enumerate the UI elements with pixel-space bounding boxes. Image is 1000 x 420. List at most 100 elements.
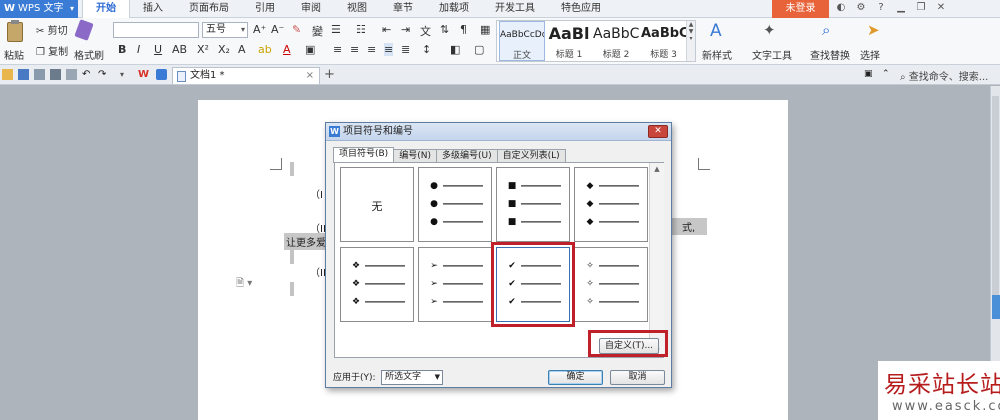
save-as-icon[interactable]: [34, 69, 45, 80]
restore-icon[interactable]: ❐: [914, 1, 928, 15]
bullet-option-diamond[interactable]: ◆ ◆ ◆: [574, 167, 648, 242]
tab-view[interactable]: 视图: [334, 0, 380, 18]
font-color-icon[interactable]: A: [283, 43, 291, 56]
skin-icon[interactable]: ◐: [834, 1, 848, 15]
tab-developer[interactable]: 开发工具: [482, 0, 548, 18]
layout-icon[interactable]: ▣: [864, 69, 875, 80]
app-menu-button[interactable]: W WPS 文字 ▾: [0, 0, 78, 18]
customize-qa-icon[interactable]: ▾: [120, 69, 131, 80]
text-effect-icon[interactable]: A: [238, 43, 246, 56]
tab-multilevel[interactable]: 多级编号(U): [435, 149, 498, 163]
numbering-icon[interactable]: ☷: [356, 23, 366, 36]
borders-icon[interactable]: ▢: [474, 43, 484, 56]
apply-to-select[interactable]: 所选文字 ▼: [381, 370, 443, 385]
tab-addins[interactable]: 加载项: [426, 0, 482, 18]
print-preview-icon[interactable]: [66, 69, 77, 80]
font-size-select[interactable]: 五号 ▾: [202, 22, 248, 38]
distribute-icon[interactable]: ≣: [401, 43, 410, 56]
line-spacing-icon[interactable]: ↕: [422, 43, 431, 56]
find-replace-button[interactable]: 查找替换: [810, 47, 850, 62]
chinese-layout-icon[interactable]: 文: [420, 23, 431, 39]
font-name-select[interactable]: [113, 22, 199, 38]
open-icon[interactable]: [2, 69, 13, 80]
clear-format-icon[interactable]: ✎: [292, 23, 301, 36]
customize-button[interactable]: 自定义(T)...: [599, 338, 659, 354]
italic-icon[interactable]: I: [137, 43, 140, 56]
close-tab-icon[interactable]: ×: [306, 68, 314, 84]
style-heading-2[interactable]: AaBbC 标题 2: [593, 21, 639, 61]
bullets-icon[interactable]: ☰: [331, 23, 341, 36]
paste-button[interactable]: 粘贴: [4, 47, 24, 62]
tab-page-layout[interactable]: 页面布局: [176, 0, 242, 18]
print-icon[interactable]: [50, 69, 61, 80]
tab-numbering[interactable]: 编号(N): [393, 149, 437, 163]
gallery-scrollbar[interactable]: ▲ ▼: [649, 163, 664, 357]
bullet-option-star[interactable]: ✧ ✧ ✧: [574, 247, 648, 322]
settings-icon[interactable]: ⚙: [854, 1, 868, 15]
wen-icon[interactable]: 變: [312, 23, 323, 39]
tab-home[interactable]: 开始: [82, 0, 130, 18]
tab-review[interactable]: 审阅: [288, 0, 334, 18]
align-right-icon[interactable]: ≡: [367, 43, 376, 56]
grow-font-icon[interactable]: A⁺: [253, 23, 266, 36]
char-shading-icon[interactable]: ▣: [305, 43, 315, 56]
shrink-font-icon[interactable]: A⁻: [271, 23, 284, 36]
bullet-option-arrow[interactable]: ➢ ➢ ➢: [418, 247, 492, 322]
dialog-close-button[interactable]: ✕: [648, 125, 668, 138]
cut-button[interactable]: ✂ 剪切: [36, 22, 68, 37]
paste-icon[interactable]: [7, 20, 23, 42]
bullet-option-none[interactable]: 无: [340, 167, 414, 242]
side-panel-tab[interactable]: [992, 295, 1000, 319]
underline-icon[interactable]: U: [154, 43, 162, 56]
wps-w-icon[interactable]: W: [138, 69, 149, 80]
tab-special[interactable]: 特色应用: [548, 0, 614, 18]
close-icon[interactable]: ✕: [934, 1, 948, 15]
superscript-icon[interactable]: X²: [197, 43, 209, 56]
highlight-icon[interactable]: ab: [258, 43, 272, 56]
cancel-button[interactable]: 取消: [610, 370, 665, 385]
tab-insert[interactable]: 插入: [130, 0, 176, 18]
bold-icon[interactable]: B: [118, 43, 126, 56]
text-tools-button[interactable]: 文字工具: [752, 47, 792, 62]
subscript-icon[interactable]: X₂: [218, 43, 230, 56]
new-style-button[interactable]: 新样式: [702, 47, 732, 62]
align-left-icon[interactable]: ≡: [333, 43, 342, 56]
style-heading-3[interactable]: AaBbC 标题 3: [641, 21, 686, 61]
tab-custom-list[interactable]: 自定义列表(L): [496, 149, 566, 163]
scroll-thumb[interactable]: [992, 96, 999, 296]
collapse-ribbon-icon[interactable]: ⌃: [882, 69, 893, 80]
format-painter-button[interactable]: 格式刷: [74, 47, 104, 62]
justify-icon[interactable]: ≡: [384, 43, 394, 56]
select-cursor-icon[interactable]: ➤: [867, 21, 887, 41]
format-painter-icon[interactable]: [74, 19, 94, 41]
minimize-icon[interactable]: ▁: [894, 1, 908, 15]
redo-icon[interactable]: ↷: [98, 69, 109, 80]
document-tab[interactable]: 文档1 * ×: [172, 67, 320, 84]
bullet-option-square[interactable]: ■ ■ ■: [496, 167, 570, 242]
help-icon[interactable]: ?: [874, 1, 888, 15]
bullet-option-circle[interactable]: ● ● ●: [418, 167, 492, 242]
tab-references[interactable]: 引用: [242, 0, 288, 18]
increase-indent-icon[interactable]: ⇥: [401, 23, 410, 36]
undo-icon[interactable]: ↶: [82, 69, 93, 80]
cloud-icon[interactable]: [156, 69, 167, 80]
copy-button[interactable]: ❐ 复制: [36, 43, 68, 58]
paragraph-icon[interactable]: 🗎 ▾: [236, 276, 252, 293]
shading-icon[interactable]: ◧: [450, 43, 460, 56]
tab-section[interactable]: 章节: [380, 0, 426, 18]
save-icon[interactable]: [18, 69, 29, 80]
new-tab-icon[interactable]: +: [324, 67, 335, 82]
new-style-icon[interactable]: A: [710, 21, 730, 41]
login-button[interactable]: 未登录: [772, 0, 829, 18]
tab-bullets[interactable]: 项目符号(B): [333, 147, 395, 163]
strikethrough-icon[interactable]: AB: [172, 43, 187, 56]
find-replace-icon[interactable]: ⌕: [822, 21, 842, 41]
scroll-up-icon[interactable]: ▲: [650, 165, 664, 173]
style-normal[interactable]: AaBbCcDd 正文: [499, 21, 545, 61]
dialog-title-bar[interactable]: W 项目符号和编号: [326, 123, 671, 141]
gallery-scroll[interactable]: ▲ ▼ ▾: [686, 21, 695, 61]
text-tools-icon[interactable]: ✦: [763, 21, 783, 41]
sort-icon[interactable]: ⇅: [440, 23, 449, 36]
select-button[interactable]: 选择: [860, 47, 880, 62]
align-center-icon[interactable]: ≡: [350, 43, 359, 56]
